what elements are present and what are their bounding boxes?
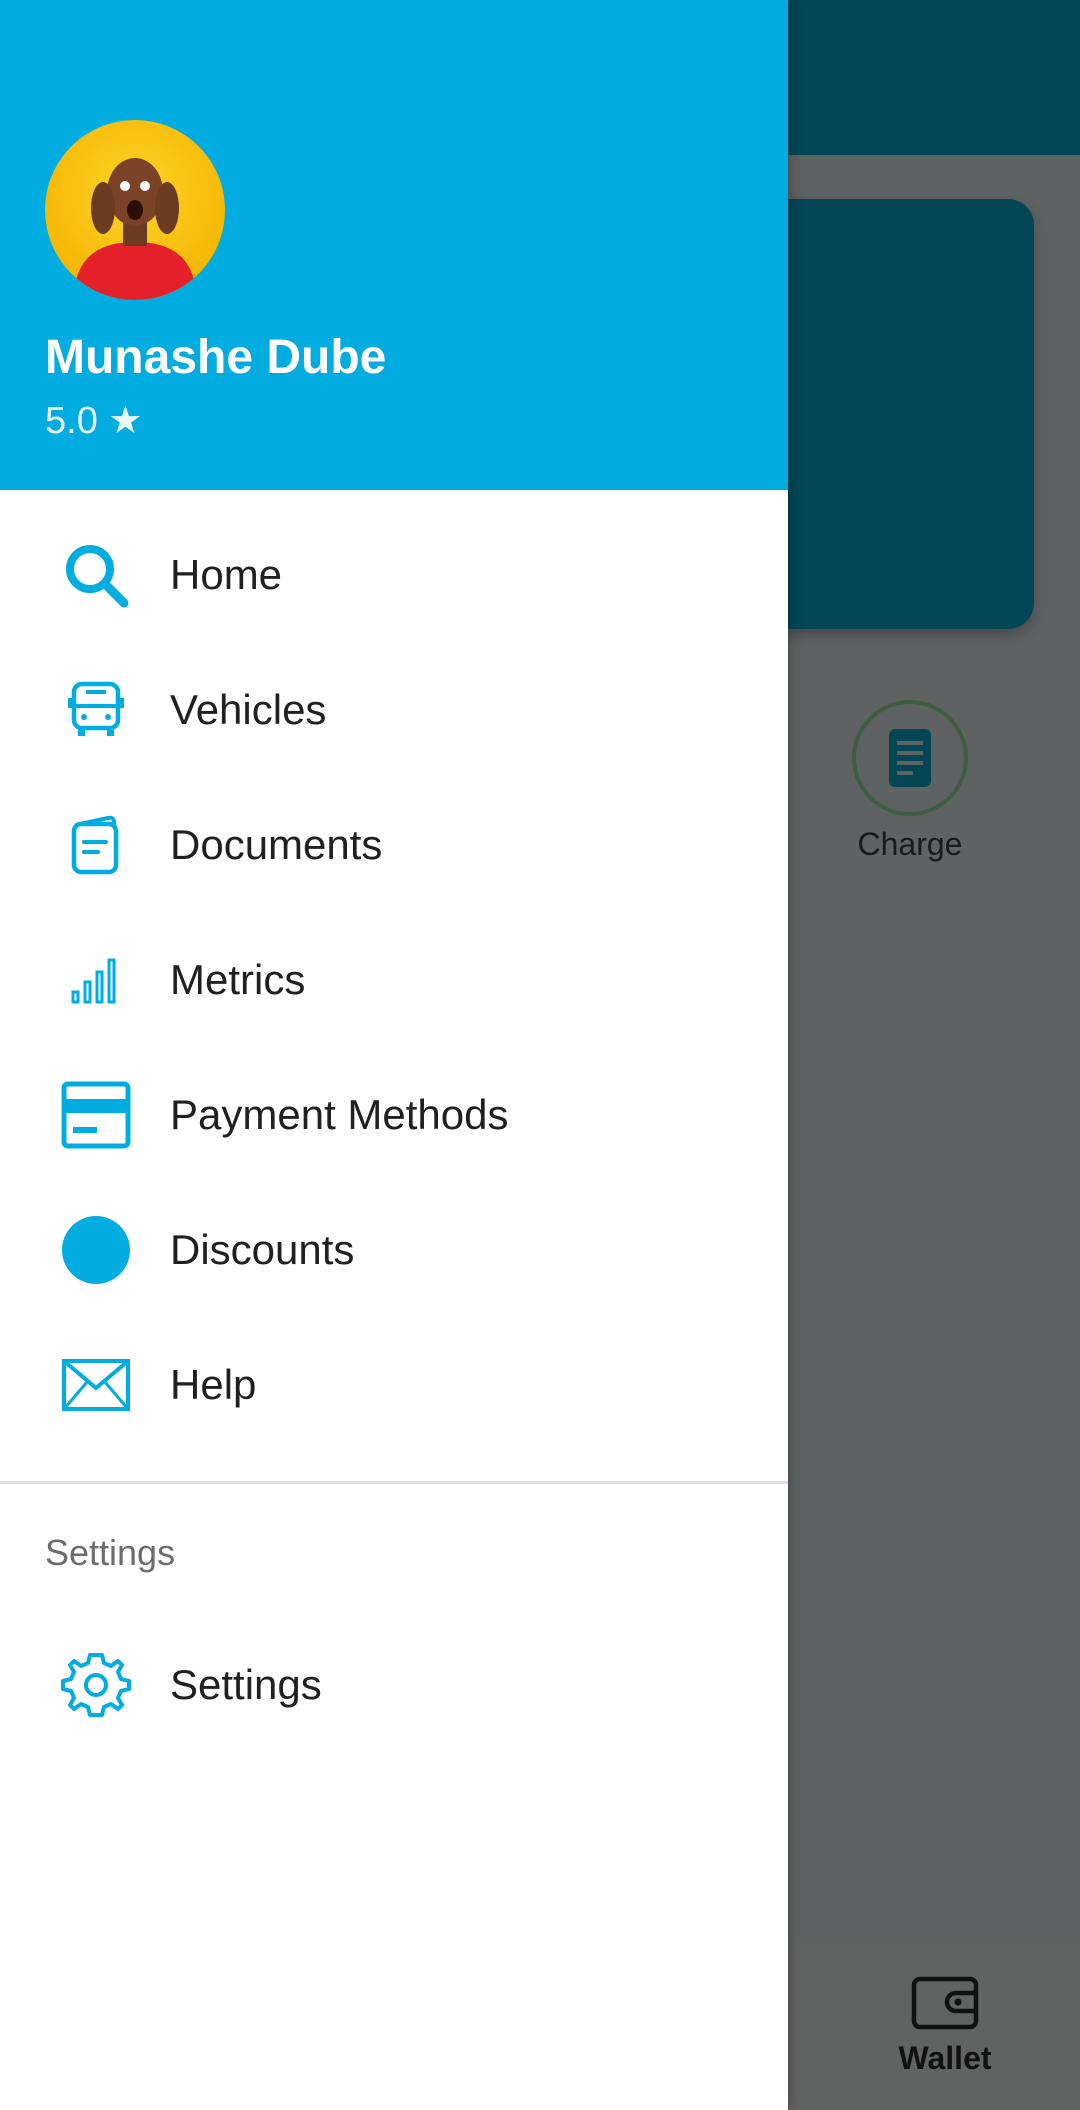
avatar[interactable]	[45, 120, 225, 300]
menu-item-settings[interactable]: Settings	[0, 1625, 788, 1745]
user-name: Munashe Dube	[45, 331, 387, 384]
menu-item-label: Settings	[170, 1661, 322, 1708]
credit-card-icon	[56, 1075, 136, 1155]
menu-item-label: Home	[170, 551, 283, 598]
user-rating: 5.0 ★	[45, 400, 143, 442]
menu-item-discounts[interactable]: Discounts	[0, 1190, 788, 1310]
drawer-header: Munashe Dube 5.0 ★	[0, 0, 788, 490]
menu-item-label: Discounts	[170, 1226, 355, 1273]
menu-item-home[interactable]: Home	[0, 515, 788, 635]
menu-item-label: Help	[170, 1361, 257, 1408]
charge-label: Charge	[857, 826, 963, 862]
menu-item-label: Metrics	[170, 956, 306, 1003]
bar-chart-icon	[56, 940, 136, 1020]
navigation-drawer: Munashe Dube 5.0 ★ Home Vehicles Documen…	[0, 0, 788, 2110]
menu-divider	[0, 1481, 788, 1484]
menu-item-metrics[interactable]: Metrics	[0, 920, 788, 1040]
menu-item-label: Payment Methods	[170, 1091, 509, 1138]
menu-item-help[interactable]: Help	[0, 1325, 788, 1445]
charge-button	[852, 700, 968, 816]
menu-item-documents[interactable]: Documents	[0, 785, 788, 905]
menu-item-label: Documents	[170, 821, 383, 868]
search-icon	[56, 535, 136, 615]
menu-item-payment-methods[interactable]: Payment Methods	[0, 1055, 788, 1175]
document-icon	[56, 805, 136, 885]
gear-icon	[56, 1645, 136, 1725]
charge-icon	[889, 729, 931, 787]
bus-icon	[56, 670, 136, 750]
wallet-icon	[900, 1970, 990, 2034]
settings-section-title: Settings	[45, 1532, 176, 1573]
mail-icon	[56, 1345, 136, 1425]
wallet-tab-label: Wallet	[898, 2040, 992, 2076]
menu-item-label: Vehicles	[170, 686, 327, 733]
discount-circle-icon	[56, 1210, 136, 1290]
menu-item-vehicles[interactable]: Vehicles	[0, 650, 788, 770]
